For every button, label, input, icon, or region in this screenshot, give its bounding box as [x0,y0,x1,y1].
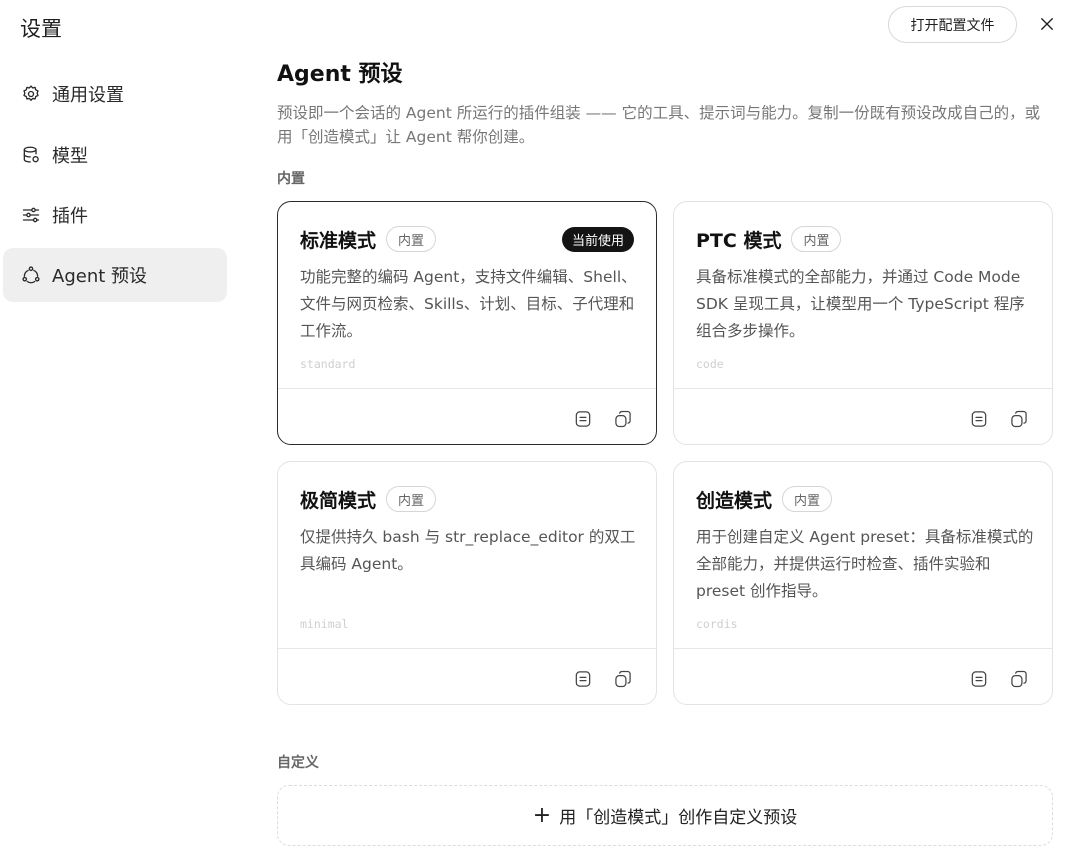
open-config-button[interactable]: 打开配置文件 [888,6,1017,43]
sidebar-item-models[interactable]: 模型 [3,128,227,182]
view-details-button[interactable] [572,668,594,690]
preset-id: code [696,357,724,371]
document-icon [971,411,987,427]
document-icon [575,411,591,427]
create-button-label: 用「创造模式」创作自定义预设 [559,808,798,828]
card-divider [674,648,1052,649]
card-divider [278,388,656,389]
document-icon [971,671,987,687]
card-divider [278,648,656,649]
builtin-section-label: 内置 [277,171,305,187]
custom-section-label: 自定义 [277,755,319,771]
preset-card-ptc[interactable]: PTC 模式 内置 具备标准模式的全部能力，并通过 Code Mode SDK … [673,201,1053,445]
view-details-button[interactable] [968,668,990,690]
agent-cycle-icon [20,264,42,286]
duplicate-button[interactable] [1008,408,1030,430]
preset-id: cordis [696,617,738,631]
duplicate-button[interactable] [1008,668,1030,690]
preset-card-minimal[interactable]: 极简模式 内置 仅提供持久 bash 与 str_replace_editor … [277,461,657,705]
plus-icon: + [532,802,552,828]
sidebar-title: 设置 [20,17,62,41]
preset-description: 具备标准模式的全部能力，并通过 Code Mode SDK 呈现工具，让模型用一… [696,268,1025,340]
copy-icon [615,670,631,688]
document-icon [575,671,591,687]
sidebar-item-plugins[interactable]: 插件 [3,188,227,242]
current-badge: 当前使用 [561,226,634,252]
preset-description: 功能完整的编码 Agent，支持文件编辑、Shell、文件与网页检索、Skill… [300,268,637,340]
card-divider [674,388,1052,389]
close-button[interactable] [1033,10,1061,38]
copy-icon [615,410,631,428]
sidebar-item-label: 插件 [52,206,88,227]
view-details-button[interactable] [968,408,990,430]
preset-name: 创造模式 [696,489,773,512]
preset-name: PTC 模式 [696,229,782,252]
copy-icon [1011,670,1027,688]
duplicate-button[interactable] [612,668,634,690]
duplicate-button[interactable] [612,408,634,430]
view-details-button[interactable] [572,408,594,430]
preset-description: 用于创建自定义 Agent preset：具备标准模式的全部能力，并提供运行时检… [696,528,1034,600]
builtin-badge: 内置 [791,226,842,252]
preset-id: standard [300,357,356,371]
page-description: 预设即一个会话的 Agent 所运行的插件组装 —— 它的工具、提示词与能力。复… [277,104,1041,146]
preset-name: 极简模式 [300,489,377,512]
preset-description: 仅提供持久 bash 与 str_replace_editor 的双工具编码 A… [300,528,636,573]
database-icon [20,144,42,166]
preset-card-standard[interactable]: 标准模式 内置 当前使用 功能完整的编码 Agent，支持文件编辑、Shell、… [277,201,657,445]
create-custom-preset-button[interactable]: + 用「创造模式」创作自定义预设 [277,785,1053,846]
sidebar-item-label: Agent 预设 [52,266,148,287]
preset-id: minimal [300,617,349,631]
sliders-icon [20,204,42,226]
sidebar-item-label: 通用设置 [52,85,124,106]
builtin-badge: 内置 [386,486,437,512]
copy-icon [1011,410,1027,428]
builtin-badge: 内置 [782,486,833,512]
close-icon [1041,18,1053,30]
page-title: Agent 预设 [277,62,403,87]
sidebar-item-agent-presets[interactable]: Agent 预设 [3,248,227,302]
settings-sidebar: 设置 通用设置 模型 插件 Agent 预设 [0,0,240,865]
sidebar-item-general[interactable]: 通用设置 [3,67,227,121]
preset-name: 标准模式 [300,229,377,252]
sidebar-item-label: 模型 [52,146,88,167]
gear-icon [20,83,42,105]
preset-card-cordis[interactable]: 创造模式 内置 用于创建自定义 Agent preset：具备标准模式的全部能力… [673,461,1053,705]
builtin-badge: 内置 [386,226,437,252]
